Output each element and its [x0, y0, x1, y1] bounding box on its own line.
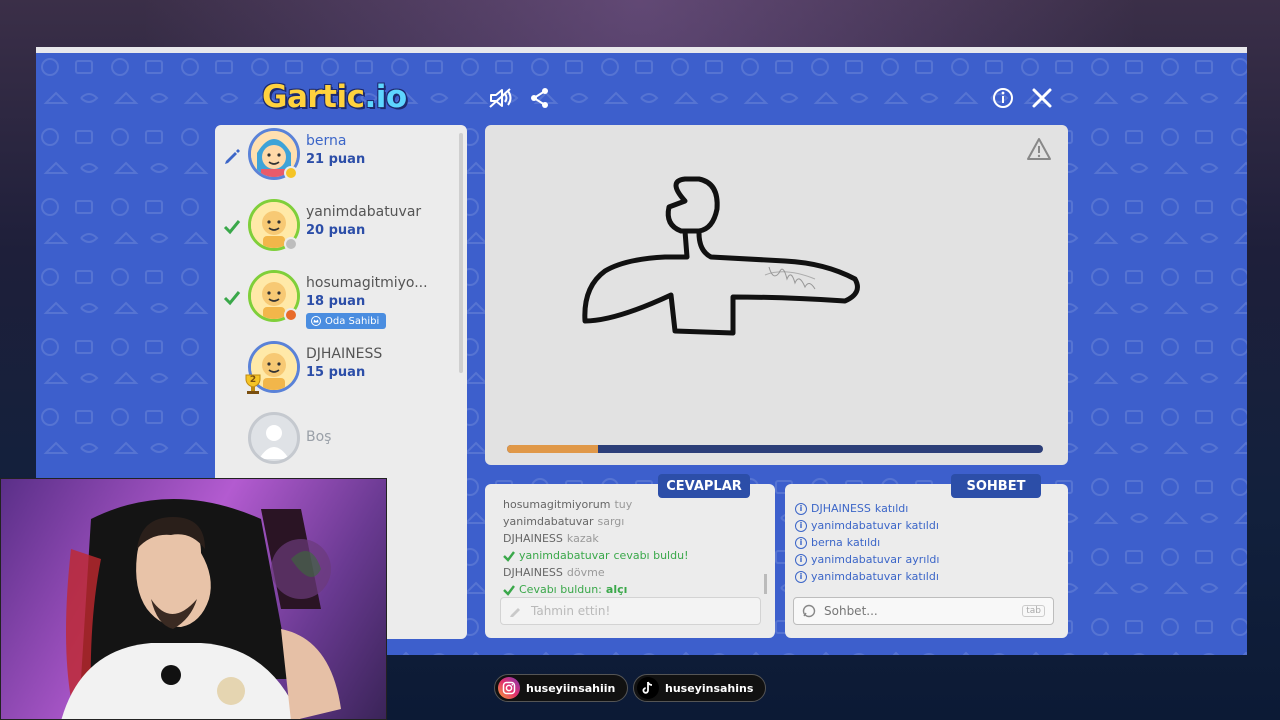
answer-line: DJHAINESS kazak [503, 532, 599, 545]
answer-found-line: Cevabı buldun: alçı [503, 581, 759, 598]
chat-log: i DJHAINESS katıldı i yanimdabatuvar katıldı… [795, 500, 939, 585]
check-icon [223, 220, 241, 235]
info-icon: i [795, 519, 807, 532]
streamer-video-frame [61, 499, 341, 719]
player-name: DJHAINESS [306, 346, 383, 362]
trophy-icon: 2 [241, 372, 265, 396]
check-icon [503, 550, 515, 562]
pencil-icon [510, 608, 520, 617]
answers-panel: CEVAPLAR hosumagitmiyorum tuy yanimdabatu… [485, 474, 775, 638]
player-row: 2 DJHAINESS 15 puan [215, 338, 455, 402]
chat-line: i berna katıldı [795, 534, 939, 551]
tiktok-label: huseyinsahins [665, 681, 754, 695]
status-dot [284, 166, 298, 180]
instagram-handle: huseyiinsahiin [494, 674, 629, 702]
chat-input-placeholder: Sohbet... [824, 604, 878, 618]
tab-answers[interactable]: CEVAPLAR [658, 474, 750, 498]
player-name: hosumagitmiyo... [306, 275, 428, 291]
drawing-canvas[interactable] [485, 125, 1068, 465]
empty-slot: Boş [215, 409, 455, 473]
answers-log: hosumagitmiyorum tuy yanimdabatuvar sargı … [503, 496, 759, 598]
room-owner-badge: Oda Sahibi [306, 313, 387, 329]
gartic-logo: Gartic.io [262, 79, 407, 115]
crown-icon [311, 316, 321, 326]
webcam-overlay [0, 478, 387, 720]
check-icon [223, 291, 241, 306]
room-owner-label: Oda Sahibi [325, 315, 380, 327]
status-dot [284, 237, 298, 251]
info-icon: i [795, 502, 807, 515]
tiktok-icon [637, 677, 659, 699]
tab-chat[interactable]: SOHBET [951, 474, 1041, 498]
pencil-icon [225, 149, 240, 164]
instagram-icon [498, 677, 520, 699]
answer-line: DJHAINESS dövme [503, 566, 605, 579]
trophy-rank: 2 [249, 375, 257, 385]
player-row: hosumagitmiyo... 18 puan Oda Sahibi [215, 267, 455, 331]
chat-input[interactable]: Sohbet... tab [793, 597, 1054, 625]
chat-panel: SOHBET i DJHAINESS katıldı i yanimdabatuvar… [785, 474, 1068, 638]
status-dot [284, 308, 298, 322]
player-name: yanimdabatuvar [306, 204, 422, 220]
player-points: 18 puan [306, 294, 366, 309]
empty-slot-label: Boş [306, 429, 332, 445]
instagram-label: huseyiinsahiin [526, 681, 616, 695]
sound-off-icon[interactable] [487, 84, 515, 112]
guess-input-placeholder: Tahmin ettin! [531, 604, 611, 618]
chat-line: i yanimdabatuvar katıldı [795, 517, 939, 534]
close-icon[interactable] [1028, 84, 1056, 112]
chat-line: i yanimdabatuvar ayrıldı [795, 551, 939, 568]
guess-input[interactable]: Tahmin ettin! [500, 597, 761, 625]
share-icon[interactable] [526, 84, 554, 112]
chat-line: i DJHAINESS katıldı [795, 500, 939, 517]
player-points: 20 puan [306, 223, 366, 238]
empty-avatar-icon [248, 412, 300, 464]
answers-scrollbar[interactable] [764, 574, 767, 594]
answer-line: hosumagitmiyorum tuy [503, 498, 633, 511]
player-name: berna [306, 133, 347, 149]
info-icon: i [795, 536, 807, 549]
info-icon: i [795, 570, 807, 583]
drawing-strokes [582, 176, 860, 336]
info-icon: i [795, 553, 807, 566]
player-row: berna 21 puan [215, 125, 455, 189]
player-points: 15 puan [306, 365, 366, 380]
round-timer-fill [507, 445, 599, 453]
player-points: 21 puan [306, 152, 366, 167]
info-icon[interactable] [989, 84, 1017, 112]
answer-line-correct: yanimdabatuvar cevabı buldu! [503, 547, 759, 564]
player-row: yanimdabatuvar 20 puan [215, 196, 455, 260]
tiktok-handle: huseyinsahins [633, 674, 767, 702]
player-list-scrollbar[interactable] [459, 133, 463, 373]
tab-key-hint: tab [1022, 605, 1045, 617]
chat-bubble-icon [802, 604, 816, 618]
check-icon [503, 584, 515, 596]
answer-line: yanimdabatuvar sargı [503, 515, 625, 528]
round-timer-bar [507, 445, 1043, 453]
chat-line: i yanimdabatuvar katıldı [795, 568, 939, 585]
